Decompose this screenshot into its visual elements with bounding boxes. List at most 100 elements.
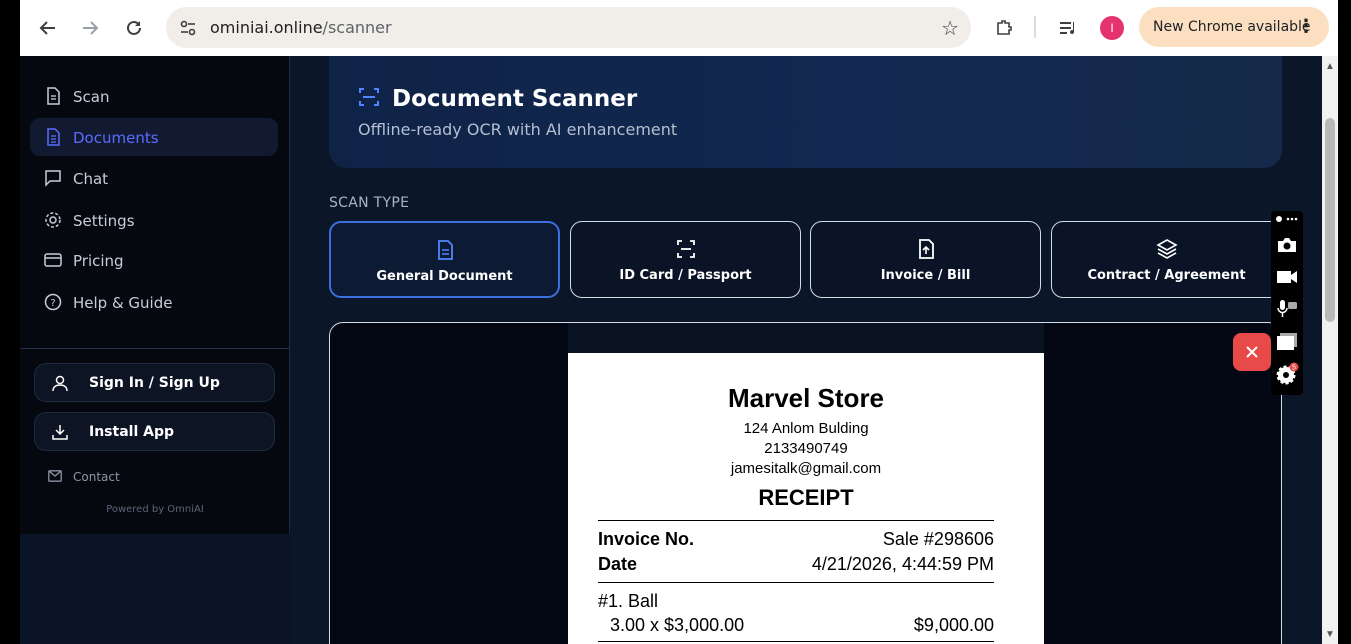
- hero-banner: Document Scanner Offline-ready OCR with …: [329, 56, 1282, 168]
- update-label: New Chrome available: [1153, 19, 1311, 35]
- toolbar-separator: [1034, 16, 1036, 38]
- sidebar-item-dashboard-partial[interactable]: [30, 56, 278, 66]
- download-icon: [52, 425, 68, 440]
- scroll-up-icon[interactable]: ▲: [1325, 61, 1335, 72]
- sign-in-button[interactable]: Sign In / Sign Up: [34, 363, 275, 402]
- install-app-button[interactable]: Install App: [34, 412, 275, 451]
- arrow-right-icon: [83, 21, 99, 35]
- preview-topbar: [568, 323, 1044, 353]
- scan-type-contract[interactable]: Contract / Agreement: [1051, 221, 1282, 298]
- sidebar-item-label: Pricing: [73, 252, 124, 270]
- site-info-icon[interactable]: [178, 18, 198, 38]
- receipt-divider: [598, 582, 994, 583]
- date-label: Date: [598, 554, 638, 574]
- reload-button[interactable]: [120, 14, 148, 42]
- receipt-divider: [598, 641, 994, 642]
- sidebar: Scan Documents Chat Settings Pricing ? H…: [20, 56, 290, 534]
- sidebar-item-label: Documents: [73, 129, 159, 147]
- invoice-label: Invoice No.: [598, 529, 695, 549]
- gear-icon: [45, 212, 61, 228]
- scan-type-label: Invoice / Bill: [880, 268, 971, 283]
- sign-in-label: Sign In / Sign Up: [89, 375, 220, 391]
- scan-type-id-card[interactable]: ID Card / Passport: [570, 221, 801, 298]
- extensions-icon[interactable]: [990, 14, 1018, 42]
- scan-type-invoice[interactable]: Invoice / Bill: [810, 221, 1041, 298]
- documents-icon: [47, 128, 60, 146]
- page-scrollbar[interactable]: ▲ ▼: [1322, 56, 1338, 644]
- scan-type-general-document[interactable]: General Document: [329, 221, 560, 298]
- svg-text:?: ?: [50, 298, 55, 309]
- bookmark-star-icon[interactable]: ☆: [941, 16, 959, 41]
- browser-toolbar: ominiai.online/scanner ☆ I New Chrome av…: [20, 0, 1338, 56]
- tools-badge-count: 5: [1292, 364, 1296, 372]
- sidebar-item-label: Scan: [73, 88, 110, 106]
- mail-icon: [48, 470, 62, 482]
- address-bar[interactable]: ominiai.online/scanner ☆: [166, 7, 971, 48]
- microphone-icon[interactable]: [1274, 296, 1300, 322]
- receipt-email: jamesitalk@gmail.com: [730, 460, 882, 477]
- receipt-address: 124 Anlom Bulding: [743, 420, 869, 437]
- powered-by-text: Powered by OmniAI: [106, 504, 204, 515]
- sidebar-item-settings[interactable]: Settings: [30, 201, 278, 239]
- scan-type-label: ID Card / Passport: [619, 268, 752, 283]
- sidebar-item-label: Chat: [73, 170, 109, 188]
- sidebar-item-scan[interactable]: Scan: [30, 77, 278, 115]
- url-text[interactable]: ominiai.online/scanner: [210, 18, 392, 37]
- video-camera-icon[interactable]: [1274, 264, 1300, 290]
- screen-tools-panel: 5: [1271, 211, 1303, 395]
- file-text-icon: [437, 240, 453, 260]
- receipt-title: RECEIPT: [758, 485, 854, 510]
- sidebar-item-chat[interactable]: Chat: [30, 159, 278, 197]
- more-vert-icon[interactable]: ⋮: [1297, 16, 1315, 37]
- scan-type-label: Contract / Agreement: [1087, 268, 1246, 283]
- profile-avatar[interactable]: I: [1100, 16, 1124, 40]
- invoice-value: Sale #298606: [882, 529, 994, 549]
- close-button[interactable]: [1233, 333, 1271, 371]
- install-app-label: Install App: [89, 424, 174, 440]
- receipt-store-name: Marvel Store: [727, 383, 885, 413]
- close-icon: [1246, 346, 1258, 358]
- url-domain: ominiai.online: [210, 18, 323, 37]
- url-path: /scanner: [322, 18, 392, 37]
- receipt-image: Marvel Store 124 Anlom Bulding 213349074…: [568, 353, 1044, 644]
- scrollbar-thumb[interactable]: [1325, 118, 1335, 322]
- sidebar-item-label: Help & Guide: [73, 294, 173, 312]
- sidebar-divider: [20, 348, 290, 349]
- date-value: 4/21/2026, 4:44:59 PM: [811, 554, 994, 574]
- window-capture-icon[interactable]: [1274, 329, 1300, 355]
- item-name: #1. Ball: [598, 591, 659, 611]
- arrow-left-icon: [39, 21, 55, 35]
- scroll-down-icon[interactable]: ▼: [1325, 629, 1335, 640]
- sidebar-item-pricing[interactable]: Pricing: [30, 241, 278, 279]
- user-icon: [52, 375, 68, 392]
- forward-button[interactable]: [76, 14, 104, 42]
- contact-label: Contact: [73, 470, 120, 484]
- file-upload-icon: [918, 239, 934, 259]
- credit-card-icon: [44, 253, 62, 267]
- settings-gear-icon[interactable]: 5: [1274, 361, 1300, 387]
- sidebar-item-documents[interactable]: Documents: [30, 118, 278, 156]
- document-preview[interactable]: Marvel Store 124 Anlom Bulding 213349074…: [329, 322, 1282, 644]
- scan-frame-icon: [676, 240, 695, 258]
- page-title: Document Scanner: [392, 86, 638, 112]
- chrome-update-button[interactable]: New Chrome available ⋮: [1139, 7, 1329, 47]
- chat-icon: [45, 170, 61, 187]
- receipt-divider: [598, 520, 994, 521]
- help-icon: ?: [44, 293, 62, 311]
- window-edge: [1338, 0, 1351, 644]
- file-text-icon: [47, 87, 60, 105]
- scan-type-label: General Document: [376, 269, 513, 284]
- app-page: Scan Documents Chat Settings Pricing ? H…: [20, 56, 1322, 644]
- sidebar-item-label: Settings: [73, 212, 135, 230]
- tools-menu-icon[interactable]: [1274, 211, 1300, 227]
- main-content: Document Scanner Offline-ready OCR with …: [290, 56, 1322, 644]
- reload-icon: [127, 20, 141, 35]
- camera-icon[interactable]: [1274, 232, 1300, 258]
- media-queue-icon[interactable]: [1054, 14, 1082, 42]
- scan-type-label: SCAN TYPE: [329, 195, 410, 211]
- item-total: $9,000.00: [913, 615, 994, 635]
- dashboard-icon: [44, 56, 62, 60]
- sidebar-item-help[interactable]: ? Help & Guide: [30, 283, 278, 321]
- back-button[interactable]: [34, 14, 62, 42]
- scan-icon: [359, 88, 379, 106]
